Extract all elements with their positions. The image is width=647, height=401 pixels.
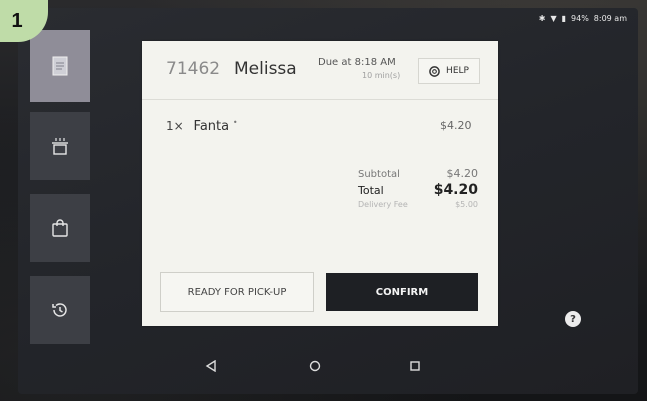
wifi-icon: ▼ — [550, 14, 557, 23]
nav-store[interactable] — [30, 194, 90, 262]
android-nav-bar — [195, 352, 435, 380]
help-label: HELP — [446, 66, 469, 76]
side-nav — [30, 30, 90, 358]
due-time: Due at 8:18 AM — [318, 57, 396, 68]
delivery-fee-label: Delivery Fee — [358, 200, 408, 209]
customer-name: Melissa — [234, 59, 297, 79]
battery-percent: 94% — [571, 14, 589, 23]
battery-icon: ▮ — [561, 14, 567, 23]
total-value: $4.20 — [433, 182, 478, 198]
order-totals: Subtotal $4.20 Total $4.20 Delivery Fee … — [358, 167, 478, 211]
lifebuoy-icon — [429, 65, 440, 77]
home-icon — [309, 360, 321, 372]
recents-icon — [410, 361, 420, 371]
help-button[interactable]: HELP — [418, 58, 480, 84]
nav-history[interactable] — [30, 276, 90, 344]
home-button[interactable] — [305, 352, 325, 380]
back-button[interactable] — [201, 352, 221, 380]
item-quantity: 1× — [166, 119, 184, 133]
total-row: Total $4.20 — [358, 182, 478, 198]
shopping-bag-icon — [52, 219, 68, 237]
order-item: 1× Fanta • — [166, 118, 238, 134]
total-label: Total — [358, 184, 384, 197]
due-countdown: 10 min(s) — [362, 71, 401, 80]
receipt-icon — [52, 56, 68, 76]
order-number: 71462 — [166, 59, 221, 79]
clock: 8:09 am — [593, 14, 627, 23]
recents-button[interactable] — [405, 352, 425, 380]
status-bar: ✱ ▼ ▮ 94% 8:09 am — [539, 14, 627, 23]
help-fab[interactable]: ? — [565, 311, 581, 327]
delivery-fee-row: Delivery Fee $5.00 — [358, 200, 478, 209]
delivery-fee-value: $5.00 — [455, 200, 478, 209]
nav-menu[interactable] — [30, 112, 90, 180]
ready-for-pickup-button[interactable]: READY FOR PICK-UP — [160, 272, 314, 312]
subtotal-label: Subtotal — [358, 169, 400, 180]
confirm-button[interactable]: CONFIRM — [326, 273, 478, 311]
food-tray-icon — [52, 138, 68, 155]
item-name: Fanta — [193, 119, 230, 134]
subtotal-row: Subtotal $4.20 — [358, 167, 478, 180]
nav-orders[interactable] — [30, 30, 90, 102]
order-header: 71462 Melissa Due at 8:18 AM 10 min(s) H… — [142, 41, 498, 100]
subtotal-value: $4.20 — [446, 167, 479, 180]
item-price: $4.20 — [440, 119, 472, 132]
bluetooth-icon: ✱ — [538, 14, 546, 23]
item-modifier: • — [232, 118, 238, 127]
history-icon — [52, 303, 67, 317]
order-card: 71462 Melissa Due at 8:18 AM 10 min(s) H… — [142, 41, 498, 326]
back-icon — [205, 360, 216, 372]
